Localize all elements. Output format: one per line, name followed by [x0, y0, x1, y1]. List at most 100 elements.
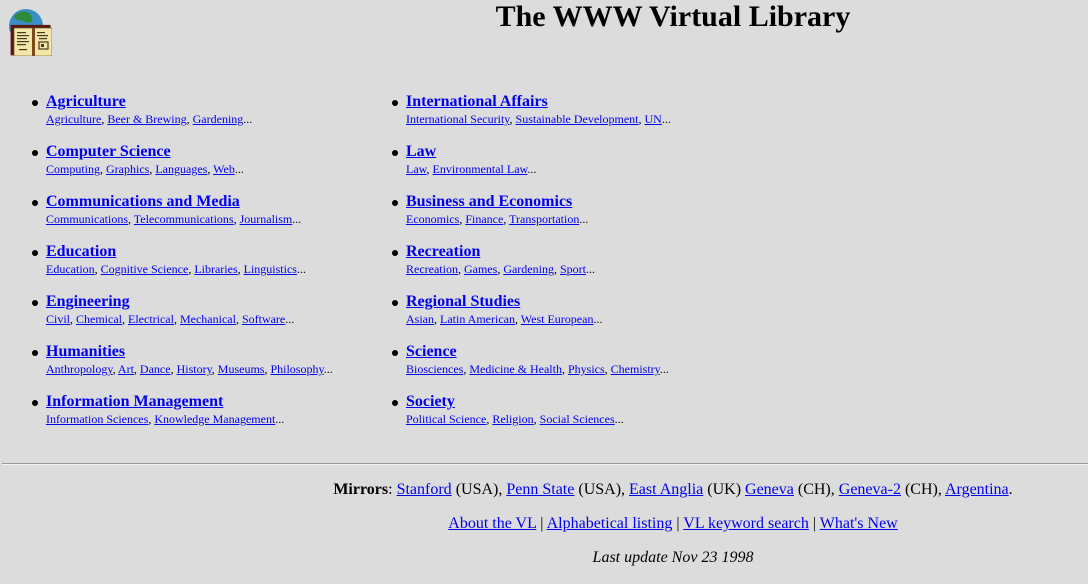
subcategory-link-beer-and-brewing[interactable]: Beer & Brewing [107, 112, 186, 126]
subcategory-link-west-european[interactable]: West European [521, 312, 594, 326]
subcategory-link-museums[interactable]: Museums [218, 362, 265, 376]
subcategory-list: Biosciences, Medicine & Health, Physics,… [406, 362, 669, 376]
subcategory-list: International Security, Sustainable Deve… [406, 112, 671, 126]
subcategory-list: Anthropology, Art, Dance, History, Museu… [46, 362, 333, 376]
subcategory-link-electrical[interactable]: Electrical [128, 312, 174, 326]
subcategory-link-religion[interactable]: Religion [492, 412, 533, 426]
mirror-link-stanford[interactable]: Stanford [397, 481, 452, 498]
subcategory-link-software[interactable]: Software [242, 312, 285, 326]
subcategory-link-asian[interactable]: Asian [406, 312, 434, 326]
subcategory-link-finance[interactable]: Finance [465, 212, 503, 226]
footer-link-what-s-new[interactable]: What's New [820, 515, 898, 532]
category-link-business-and-economics[interactable]: Business and Economics [406, 192, 671, 212]
category-link-education[interactable]: Education [46, 242, 333, 262]
category-link-agriculture[interactable]: Agriculture [46, 92, 333, 112]
category-item: Humanities Anthropology, Art, Dance, Hist… [30, 342, 333, 392]
subcategory-link-latin-american[interactable]: Latin American [440, 312, 515, 326]
subcategory-link-gardening[interactable]: Gardening [193, 112, 244, 126]
category-link-communications-and-media[interactable]: Communications and Media [46, 192, 333, 212]
subcategory-link-economics[interactable]: Economics [406, 212, 459, 226]
subcategory-link-mechanical[interactable]: Mechanical [180, 312, 236, 326]
category-list-right: International Affairs International Secur… [390, 92, 671, 442]
category-link-international-affairs[interactable]: International Affairs [406, 92, 671, 112]
mirrors-label: Mirrors [333, 481, 389, 498]
subcategory-link-games[interactable]: Games [464, 262, 497, 276]
subcategory-link-political-science[interactable]: Political Science [406, 412, 486, 426]
subcategory-link-physics[interactable]: Physics [568, 362, 605, 376]
subcategory-link-languages[interactable]: Languages [155, 162, 207, 176]
subcategory-link-biosciences[interactable]: Biosciences [406, 362, 463, 376]
subcategory-list: Political Science, Religion, Social Scie… [406, 412, 624, 426]
category-item: Society Political Science, Religion, Soci… [390, 392, 671, 442]
category-link-science[interactable]: Science [406, 342, 671, 362]
subcategory-list: Information Sciences, Knowledge Manageme… [46, 412, 285, 426]
subcategory-link-graphics[interactable]: Graphics [106, 162, 149, 176]
subcategory-link-knowledge-management[interactable]: Knowledge Management [154, 412, 275, 426]
subcategory-link-libraries[interactable]: Libraries [194, 262, 237, 276]
subcategory-link-linguistics[interactable]: Linguistics [244, 262, 297, 276]
footer-link-about-the-vl[interactable]: About the VL [448, 515, 536, 532]
subcategory-list: Recreation, Games, Gardening, Sport... [406, 262, 595, 276]
mirror-link-argentina[interactable]: Argentina [945, 481, 1009, 498]
horizontal-divider [2, 463, 1088, 465]
mirror-link-penn-state[interactable]: Penn State [506, 481, 574, 498]
mirror-country: (USA) [578, 481, 622, 498]
category-link-humanities[interactable]: Humanities [46, 342, 333, 362]
category-link-law[interactable]: Law [406, 142, 671, 162]
subcategory-link-cognitive-science[interactable]: Cognitive Science [101, 262, 189, 276]
mirror-link-geneva[interactable]: Geneva [745, 481, 794, 498]
subcategory-link-social-sciences[interactable]: Social Sciences [540, 412, 615, 426]
subcategory-link-un[interactable]: UN [645, 112, 662, 126]
subcategory-link-education[interactable]: Education [46, 262, 95, 276]
link-separator: | [812, 515, 817, 532]
mirror-link-geneva-2[interactable]: Geneva-2 [839, 481, 901, 498]
subcategory-link-civil[interactable]: Civil [46, 312, 70, 326]
subcategory-link-environmental-law[interactable]: Environmental Law [433, 162, 528, 176]
category-link-regional-studies[interactable]: Regional Studies [406, 292, 671, 312]
subcategory-link-transportation[interactable]: Transportation [509, 212, 579, 226]
subcategory-link-chemistry[interactable]: Chemistry [611, 362, 660, 376]
subcategory-link-philosophy[interactable]: Philosophy [270, 362, 323, 376]
category-link-recreation[interactable]: Recreation [406, 242, 671, 262]
subcategory-link-information-sciences[interactable]: Information Sciences [46, 412, 148, 426]
mirrors-line: Mirrors: Stanford (USA), Penn State (USA… [333, 481, 1013, 498]
category-item: Recreation Recreation, Games, Gardening, … [390, 242, 671, 292]
category-item: Engineering Civil, Chemical, Electrical, … [30, 292, 333, 342]
link-separator: | [676, 515, 680, 532]
subcategory-link-computing[interactable]: Computing [46, 162, 100, 176]
subcategory-link-medicine-and-health[interactable]: Medicine & Health [469, 362, 562, 376]
subcategory-link-agriculture[interactable]: Agriculture [46, 112, 101, 126]
footer-nav: About the VL | Alphabetical listing | VL… [0, 514, 1088, 534]
subcategory-link-journalism[interactable]: Journalism [240, 212, 293, 226]
subcategory-link-anthropology[interactable]: Anthropology [46, 362, 113, 376]
subcategory-link-web[interactable]: Web [213, 162, 235, 176]
mirror-link-east-anglia[interactable]: East Anglia [629, 481, 703, 498]
subcategory-link-recreation[interactable]: Recreation [406, 262, 458, 276]
category-item: Agriculture Agriculture, Beer & Brewing, … [30, 92, 333, 142]
category-link-computer-science[interactable]: Computer Science [46, 142, 333, 162]
footer-link-alphabetical-listing[interactable]: Alphabetical listing [547, 515, 673, 532]
subcategory-link-sustainable-development[interactable]: Sustainable Development [516, 112, 639, 126]
subcategory-link-history[interactable]: History [177, 362, 212, 376]
category-item: Business and Economics Economics, Finance… [390, 192, 671, 242]
subcategory-link-chemical[interactable]: Chemical [76, 312, 122, 326]
category-link-society[interactable]: Society [406, 392, 671, 412]
subcategory-link-sport[interactable]: Sport [560, 262, 586, 276]
footer-link-vl-keyword-search[interactable]: VL keyword search [683, 515, 809, 532]
category-item: Law Law, Environmental Law... [390, 142, 671, 192]
subcategory-list: Economics, Finance, Transportation... [406, 212, 589, 226]
subcategory-link-telecommunications[interactable]: Telecommunications [134, 212, 234, 226]
subcategory-link-international-security[interactable]: International Security [406, 112, 510, 126]
subcategory-link-dance[interactable]: Dance [140, 362, 171, 376]
subcategory-list: Computing, Graphics, Languages, Web... [46, 162, 244, 176]
subcategory-list: Asian, Latin American, West European... [406, 312, 603, 326]
subcategory-link-art[interactable]: Art [118, 362, 134, 376]
category-link-engineering[interactable]: Engineering [46, 292, 333, 312]
subcategory-link-communications[interactable]: Communications [46, 212, 128, 226]
category-list-left: Agriculture Agriculture, Beer & Brewing, … [30, 92, 333, 442]
subcategory-link-law[interactable]: Law [406, 162, 427, 176]
subcategory-list: Civil, Chemical, Electrical, Mechanical,… [46, 312, 295, 326]
category-link-information-management[interactable]: Information Management [46, 392, 333, 412]
subcategory-link-gardening[interactable]: Gardening [503, 262, 554, 276]
mirror-country: (USA) [455, 481, 499, 498]
